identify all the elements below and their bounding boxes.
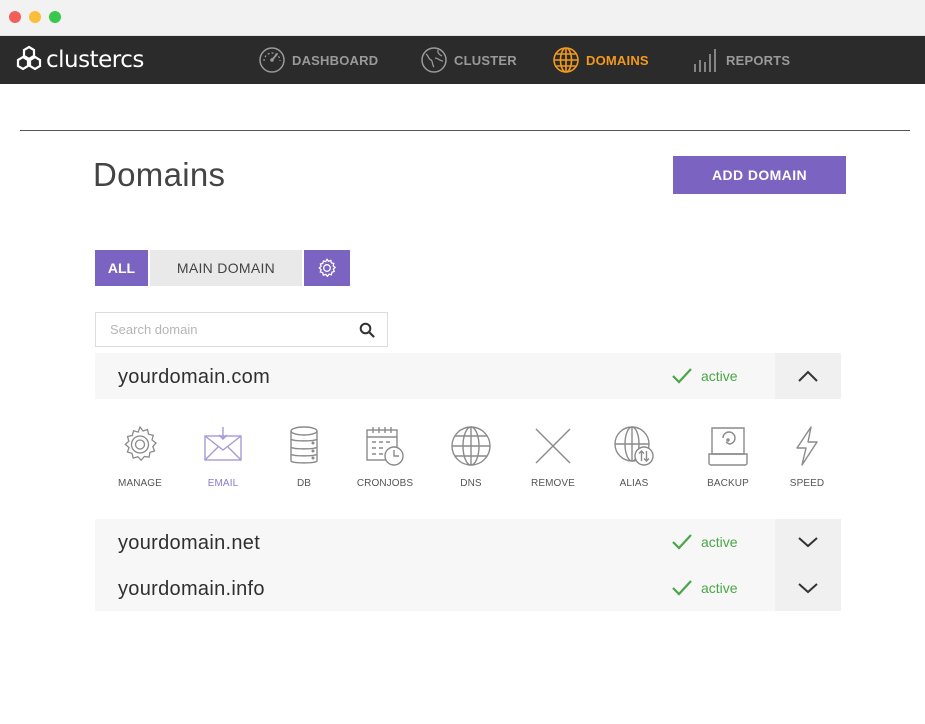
nav-reports[interactable]: REPORTS	[692, 36, 790, 84]
manage-label: MANAGE	[118, 478, 162, 489]
search-input[interactable]	[110, 313, 350, 346]
manage-action[interactable]: MANAGE	[100, 424, 180, 489]
expand-button[interactable]	[775, 519, 841, 565]
status-badge: active	[671, 353, 738, 399]
speed-action[interactable]: SPEED	[767, 424, 847, 489]
status-badge: active	[671, 565, 738, 611]
hard-drive-icon	[708, 427, 748, 466]
logo[interactable]: clustercs	[16, 45, 144, 75]
chevron-down-icon	[798, 537, 818, 548]
remove-action[interactable]: REMOVE	[513, 424, 593, 489]
maximize-window-button[interactable]	[49, 11, 61, 23]
divider	[20, 130, 910, 131]
globe-icon	[451, 426, 491, 466]
cronjobs-action[interactable]: CRONJOBS	[345, 424, 425, 489]
filter-settings-button[interactable]	[304, 250, 350, 286]
gear-icon	[318, 258, 337, 278]
filter-main-domain-button[interactable]: MAIN DOMAIN	[150, 250, 302, 286]
domain-row[interactable]: yourdomain.com active	[95, 353, 841, 399]
globe-swap-icon	[614, 426, 654, 466]
nav-reports-label: REPORTS	[726, 52, 791, 68]
domain-row[interactable]: yourdomain.net active	[95, 519, 841, 565]
alias-label: ALIAS	[619, 478, 649, 489]
calendar-clock-icon	[366, 427, 404, 466]
lightning-icon	[796, 426, 818, 466]
dns-action[interactable]: DNS	[431, 424, 511, 489]
email-action[interactable]: EMAIL	[183, 424, 263, 489]
collapse-button[interactable]	[775, 353, 841, 399]
check-icon	[672, 534, 692, 550]
top-navbar: clustercs DASHBOARD CLUSTER DOMAINS REPO…	[0, 36, 925, 84]
close-icon	[535, 428, 571, 464]
add-domain-button[interactable]: ADD DOMAIN	[673, 156, 846, 194]
chevron-up-icon	[798, 370, 818, 382]
chevron-down-icon	[798, 583, 818, 594]
logo-text: clustercs	[46, 47, 144, 73]
status-text: active	[701, 368, 738, 384]
database-icon	[290, 426, 318, 464]
window-titlebar	[0, 0, 925, 36]
minimize-window-button[interactable]	[29, 11, 41, 23]
page-title: Domains	[93, 156, 226, 193]
nav-cluster[interactable]: CLUSTER	[420, 36, 517, 84]
domain-name: yourdomain.net	[118, 532, 261, 554]
status-badge: active	[671, 519, 738, 565]
backup-label: BACKUP	[707, 478, 749, 489]
domain-name: yourdomain.info	[118, 578, 265, 600]
speed-label: SPEED	[789, 478, 825, 489]
hexagon-cluster-icon	[16, 45, 42, 71]
db-label: DB	[296, 478, 312, 489]
remove-label: REMOVE	[531, 478, 575, 489]
domain-row[interactable]: yourdomain.info active	[95, 565, 841, 611]
bar-chart-icon	[694, 49, 716, 72]
backup-action[interactable]: BACKUP	[688, 424, 768, 489]
alias-action[interactable]: ALIAS	[594, 424, 674, 489]
nav-cluster-label: CLUSTER	[454, 52, 517, 68]
gear-icon	[124, 425, 157, 462]
db-action[interactable]: DB	[264, 424, 344, 489]
filter-all-button[interactable]: ALL	[95, 250, 148, 286]
gauge-icon	[259, 47, 285, 73]
cronjobs-label: CRONJOBS	[356, 478, 414, 489]
check-icon	[672, 580, 692, 596]
nav-dashboard[interactable]: DASHBOARD	[258, 36, 378, 84]
status-text: active	[701, 534, 738, 550]
domain-actions: MANAGE EMAIL DB CRONJOBS DNS REMOVE ALIA…	[95, 400, 841, 515]
expand-button[interactable]	[775, 565, 841, 611]
nav-domains[interactable]: DOMAINS	[552, 36, 649, 84]
domain-name: yourdomain.com	[118, 366, 271, 388]
nav-dashboard-label: DASHBOARD	[292, 52, 379, 68]
search-box	[95, 312, 388, 347]
email-label: EMAIL	[207, 478, 239, 489]
globe-icon	[553, 47, 579, 73]
email-icon	[204, 427, 242, 461]
close-window-button[interactable]	[9, 11, 21, 23]
check-icon	[672, 368, 692, 384]
status-text: active	[701, 580, 738, 596]
globe-earth-icon	[421, 47, 447, 73]
search-icon[interactable]	[359, 322, 375, 338]
nav-domains-label: DOMAINS	[586, 52, 649, 68]
dns-label: DNS	[460, 478, 482, 489]
